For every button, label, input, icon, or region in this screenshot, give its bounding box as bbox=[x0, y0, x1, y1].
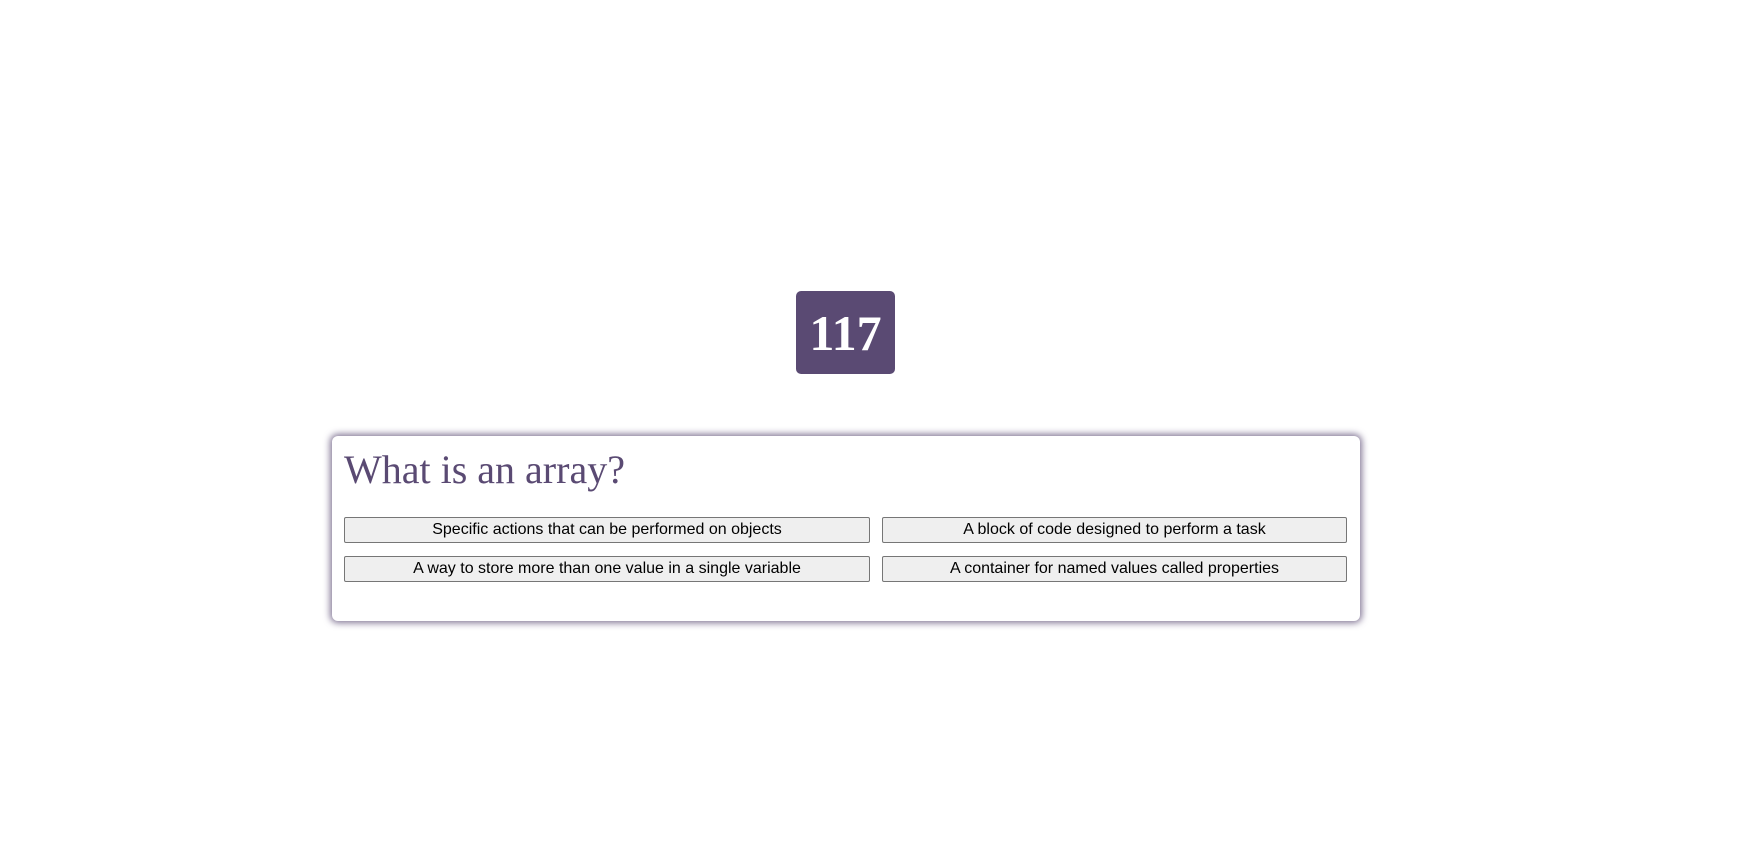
answer-button-4[interactable]: A container for named values called prop… bbox=[882, 556, 1347, 582]
answer-button-2[interactable]: A block of code designed to perform a ta… bbox=[882, 517, 1347, 543]
timer-value: 117 bbox=[809, 304, 882, 361]
question-text: What is an array? bbox=[344, 447, 625, 492]
countdown-timer: 117 bbox=[796, 291, 895, 374]
quiz-page: 117 What is an array? Specific actions t… bbox=[0, 0, 1740, 863]
answer-button-1[interactable]: Specific actions that can be performed o… bbox=[344, 517, 870, 543]
question-card: What is an array? Specific actions that … bbox=[332, 436, 1360, 621]
answer-button-3[interactable]: A way to store more than one value in a … bbox=[344, 556, 870, 582]
